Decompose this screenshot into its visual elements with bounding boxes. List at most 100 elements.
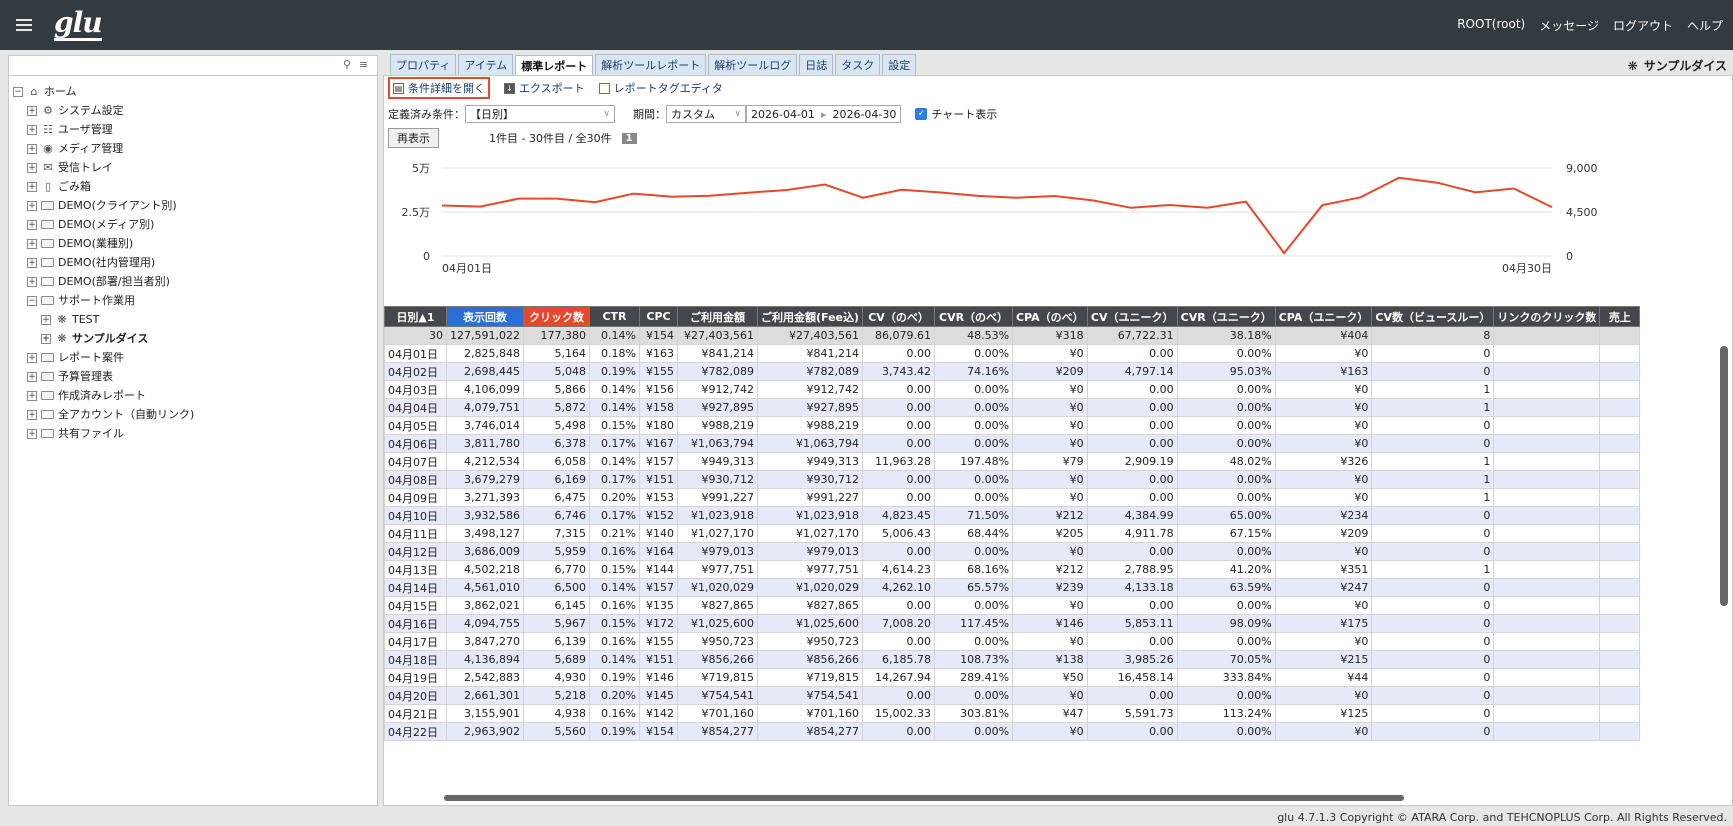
menu-icon[interactable] <box>16 16 32 34</box>
column-header[interactable]: CV数（ビュースルー） <box>1371 306 1495 327</box>
expand-icon[interactable]: + <box>27 409 37 420</box>
tree-item[interactable]: + ▯ ごみ箱 <box>9 177 377 196</box>
tree-toggle-icon[interactable]: ≡ <box>359 58 368 71</box>
period-select[interactable]: カスタム ∨ <box>666 105 746 123</box>
column-header[interactable]: CPA（ユニーク） <box>1274 306 1373 327</box>
preset-select[interactable]: 【日別】 ∨ <box>465 105 615 123</box>
expand-icon[interactable]: + <box>27 200 37 211</box>
tree-item[interactable]: + ◉ メディア管理 <box>9 139 377 158</box>
column-header[interactable]: CVR（のべ） <box>934 306 1014 327</box>
table-cell: 04月13日 <box>384 560 447 579</box>
tab-1[interactable]: アイテム <box>458 54 514 75</box>
table-cell: 04月12日 <box>384 542 447 561</box>
help-link[interactable]: ヘルプ <box>1687 17 1723 34</box>
export-button[interactable]: ↓ エクスポート <box>504 80 585 96</box>
chart-toggle[interactable]: ✓ チャート表示 <box>915 106 997 122</box>
tab-0[interactable]: プロパティ <box>390 54 457 75</box>
user-link[interactable]: ROOT(root) <box>1457 17 1525 34</box>
expand-icon[interactable]: + <box>27 390 37 401</box>
column-header[interactable]: CPC <box>638 306 678 327</box>
checkbox-checked-icon[interactable]: ✓ <box>915 108 928 120</box>
tree-item[interactable]: + 共有ファイル <box>9 424 377 443</box>
tree-item[interactable]: − サポート作業用 <box>9 291 377 310</box>
expand-icon[interactable]: + <box>27 428 37 439</box>
table-cell: ¥930,712 <box>756 470 864 489</box>
column-header[interactable]: 表示回数 <box>446 306 524 327</box>
refresh-button[interactable]: 再表示 <box>388 128 439 148</box>
logout-link[interactable]: ログアウト <box>1613 17 1673 34</box>
date-to-input[interactable]: 2026-04-30 <box>832 108 896 121</box>
column-header[interactable]: CTR <box>588 306 640 327</box>
expand-icon[interactable]: + <box>27 105 37 116</box>
vertical-scrollbar[interactable] <box>1718 306 1730 792</box>
table-cell: 6,139 <box>522 632 590 651</box>
column-header[interactable]: 日別▲1 <box>384 306 447 327</box>
tree-item[interactable]: + ❋ TEST <box>9 310 377 329</box>
column-header[interactable]: ご利用金額(Fee込) <box>756 306 864 327</box>
tree-item[interactable]: + DEMO(クライアント別) <box>9 196 377 215</box>
column-header[interactable]: CPA（のべ） <box>1012 306 1088 327</box>
expand-icon[interactable]: + <box>27 257 37 268</box>
tab-7[interactable]: 設定 <box>882 54 917 75</box>
column-header[interactable]: CV（のべ） <box>862 306 936 327</box>
expand-icon[interactable]: + <box>27 162 37 173</box>
search-box: ⚲ ≡ <box>9 56 377 76</box>
search-input[interactable] <box>9 56 339 74</box>
expand-icon[interactable]: + <box>41 333 51 344</box>
expand-icon[interactable]: + <box>27 143 37 154</box>
tab-4[interactable]: 解析ツールログ <box>708 54 798 75</box>
messages-link[interactable]: メッセージ <box>1539 17 1599 34</box>
tab-3[interactable]: 解析ツールレポート <box>595 54 707 75</box>
column-header[interactable]: リンクのクリック数 <box>1493 306 1601 327</box>
expand-icon[interactable]: + <box>27 219 37 230</box>
scroll-thumb[interactable] <box>444 795 1404 801</box>
open-conditions-button[interactable]: ▤ 条件詳細を開く <box>388 77 490 99</box>
expand-icon[interactable]: + <box>27 276 37 287</box>
search-icon[interactable]: ⚲ <box>343 58 351 71</box>
tab-2[interactable]: 標準レポート <box>515 55 594 75</box>
column-header[interactable]: ご利用金額 <box>676 306 758 327</box>
tree-item[interactable]: + 予算管理表 <box>9 367 377 386</box>
tree-item[interactable]: + ⚙ システム設定 <box>9 101 377 120</box>
column-header[interactable]: CV（ユニーク） <box>1086 306 1178 327</box>
expand-icon[interactable]: + <box>27 181 37 192</box>
column-header[interactable]: CVR（ユニーク） <box>1176 306 1276 327</box>
page-number[interactable]: 1 <box>621 132 637 144</box>
tree-item[interactable]: − ⌂ ホーム <box>9 82 377 101</box>
column-header[interactable]: クリック数 <box>522 306 590 327</box>
expand-icon[interactable]: + <box>27 371 37 382</box>
tree-item[interactable]: + ✉ 受信トレイ <box>9 158 377 177</box>
column-header[interactable]: 売上 <box>1599 306 1641 327</box>
tree-item[interactable]: + 全アカウント（自動リンク) <box>9 405 377 424</box>
collapse-icon[interactable]: − <box>27 295 37 306</box>
tag-editor-button[interactable]: レポートタグエディタ <box>598 80 723 96</box>
tree-item[interactable]: + DEMO(社内管理用) <box>9 253 377 272</box>
tree-item[interactable]: + DEMO(業種別) <box>9 234 377 253</box>
table-cell: 4,823.45 <box>862 506 936 525</box>
tree-item[interactable]: + レポート案件 <box>9 348 377 367</box>
tree-item[interactable]: + DEMO(部署/担当者別) <box>9 272 377 291</box>
expand-icon[interactable]: + <box>27 352 37 363</box>
right-tick-label: 9,000 <box>1566 162 1598 175</box>
expand-icon[interactable]: + <box>27 238 37 249</box>
tree-item-label: TEST <box>72 313 100 326</box>
expand-icon[interactable]: + <box>27 124 37 135</box>
table-cell: 4,911.78 <box>1086 524 1178 543</box>
collapse-icon[interactable]: − <box>13 86 23 97</box>
tree-item[interactable]: + 作成済みレポート <box>9 386 377 405</box>
tab-6[interactable]: タスク <box>835 54 881 75</box>
report-table: 日別▲1 表示回数 クリック数 CTR CPC ご利用金額 ご利用金額(Fee込) CV（のべ… <box>384 306 1641 741</box>
app-logo[interactable]: glu <box>54 6 103 41</box>
date-from-input[interactable]: 2026-04-01 <box>751 108 815 121</box>
tree-item[interactable]: + ❋ サンプルダイス <box>9 329 377 348</box>
expand-icon[interactable]: + <box>41 314 51 325</box>
table-cell: 0.00% <box>1176 722 1276 741</box>
table-cell: ¥145 <box>638 686 678 705</box>
scroll-thumb[interactable] <box>1720 346 1728 606</box>
table-cell: ¥175 <box>1274 614 1373 633</box>
horizontal-scrollbar[interactable] <box>384 792 1716 804</box>
tree-item[interactable]: + ☷ ユーザ管理 <box>9 120 377 139</box>
table-cell: 0.00 <box>1086 470 1178 489</box>
tab-5[interactable]: 日誌 <box>799 54 834 75</box>
tree-item[interactable]: + DEMO(メディア別) <box>9 215 377 234</box>
